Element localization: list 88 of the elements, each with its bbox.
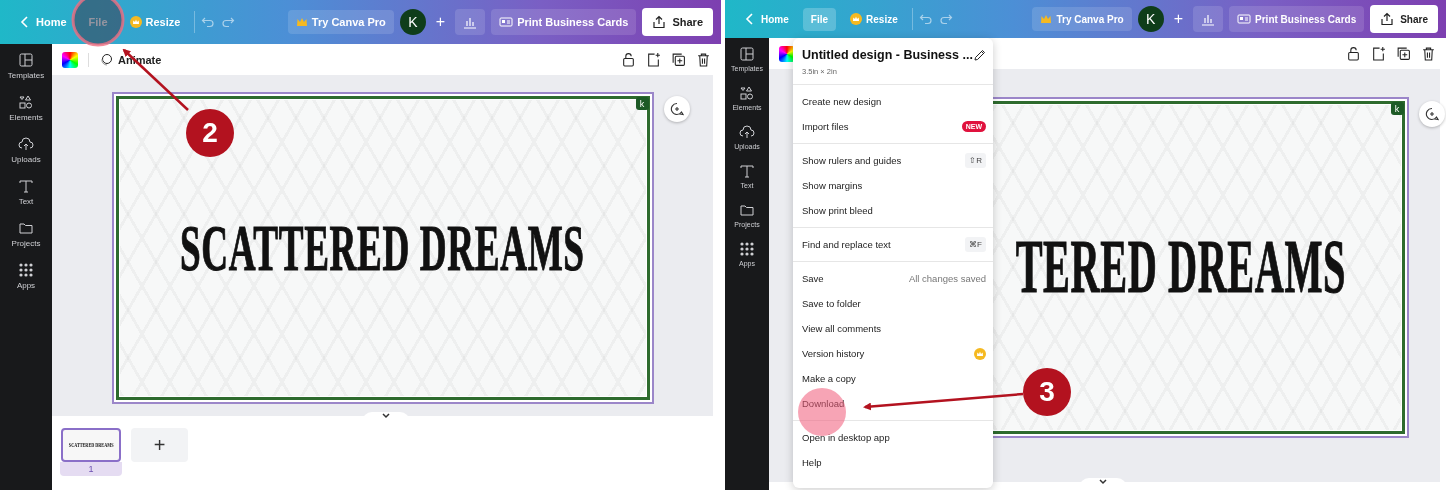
add-comment-icon (1424, 107, 1439, 121)
bar-chart-icon (463, 15, 478, 29)
duplicate-icon[interactable] (1396, 46, 1411, 61)
menu-item-label: Show print bleed (802, 205, 873, 216)
business-card-icon (499, 15, 514, 29)
menu-item-label: Version history (802, 348, 865, 359)
add-page-button[interactable]: + (131, 428, 188, 462)
menu-item-label: Create new design (802, 96, 882, 107)
menu-item[interactable]: Help (793, 450, 993, 475)
sidebar-item[interactable]: Projects (0, 220, 52, 248)
chevron-down-icon (1099, 478, 1107, 486)
sidebar-item-label: Text (18, 197, 34, 206)
cloud-upload-icon (739, 124, 755, 140)
shapes-icon (739, 85, 755, 101)
sidebar-item-label: Projects (11, 239, 41, 248)
keyboard-shortcut: ⌘F (965, 237, 986, 252)
menu-item-label: Download (802, 398, 845, 409)
text-icon (739, 163, 755, 179)
text-icon (18, 178, 34, 194)
templates-icon (739, 46, 755, 62)
sidebar-item-label: Uploads (11, 155, 41, 164)
apps-grid-icon (18, 262, 34, 278)
sidebar-item[interactable]: Text (0, 178, 52, 206)
menu-item-label: Help (802, 457, 822, 468)
click-highlight (798, 388, 846, 436)
sidebar-item-label: Templates (7, 71, 45, 80)
add-page-icon[interactable] (1371, 46, 1386, 61)
animate-icon (99, 52, 113, 67)
sidebar-item-label: Elements (9, 113, 43, 122)
chevron-down-icon (382, 412, 390, 420)
color-swatch-icon[interactable] (62, 51, 78, 68)
print-business-cards-button[interactable]: Print Business Cards (491, 9, 637, 35)
share-button[interactable]: Share (1370, 5, 1438, 33)
crown-icon (129, 16, 142, 28)
print-business-cards-button[interactable]: Print Business Cards (1229, 6, 1365, 32)
apps-grid-icon (739, 241, 755, 257)
trash-icon[interactable] (696, 52, 711, 67)
insights-button[interactable] (1193, 6, 1224, 32)
menu-item-label: Find and replace text (802, 239, 891, 250)
user-avatar[interactable]: K (399, 9, 426, 35)
templates-icon (18, 52, 34, 68)
design-name[interactable]: Untitled design - Business ... (802, 48, 973, 62)
click-highlight (71, 0, 125, 47)
lock-icon[interactable] (1346, 46, 1361, 61)
keyboard-shortcut: ⇧R (965, 153, 986, 168)
add-comment-button[interactable] (1418, 101, 1445, 127)
menu-item-label: Import files (802, 121, 849, 132)
add-comment-button[interactable] (663, 96, 690, 122)
add-page-icon[interactable] (646, 52, 661, 67)
share-upload-icon (652, 15, 667, 29)
pencil-icon[interactable] (972, 48, 987, 62)
add-comment-icon (669, 102, 684, 116)
menu-item-label: Save to folder (802, 298, 861, 309)
save-status: All changes saved (908, 273, 986, 284)
crown-icon (1040, 13, 1053, 25)
sidebar-item[interactable]: Uploads (0, 136, 52, 164)
sidebar-item[interactable]: Apps (0, 262, 52, 290)
duplicate-icon[interactable] (671, 52, 686, 67)
menu-item-label: Make a copy (802, 373, 856, 384)
menu-item-label: View all comments (802, 323, 882, 334)
add-collaborator-button[interactable]: + (431, 13, 450, 31)
sidebar-item[interactable]: Templates (0, 52, 52, 80)
trash-icon[interactable] (1421, 46, 1436, 61)
folder-icon (739, 202, 755, 218)
design-title: TERED DREAMS (1016, 224, 1347, 311)
menu-item-label: Save (802, 273, 824, 284)
shapes-icon (18, 94, 34, 110)
add-collaborator-button[interactable]: + (1169, 10, 1188, 28)
sidebar-item[interactable]: Elements (0, 94, 52, 122)
share-button[interactable]: Share (642, 8, 713, 36)
insights-button[interactable] (455, 9, 486, 35)
cloud-upload-icon (18, 136, 34, 152)
sidebar-item-label: Apps (16, 281, 36, 290)
business-card-icon (1237, 12, 1252, 26)
menu-item-label: Show margins (802, 180, 863, 191)
crown-icon (295, 16, 308, 28)
design-title: SCATTERED DREAMS (180, 210, 585, 286)
collaborator-badge: k (1390, 102, 1404, 115)
bar-chart-icon (1201, 12, 1216, 26)
collaborator-badge: k (635, 97, 649, 110)
lock-icon[interactable] (621, 52, 636, 67)
crown-icon (850, 13, 863, 25)
page-number: 1 (60, 462, 122, 476)
share-upload-icon (1380, 12, 1395, 26)
menu-item-label: Show rulers and guides (802, 155, 902, 166)
folder-icon (18, 220, 34, 236)
user-avatar[interactable]: K (1137, 6, 1164, 32)
crown-icon (974, 347, 986, 360)
